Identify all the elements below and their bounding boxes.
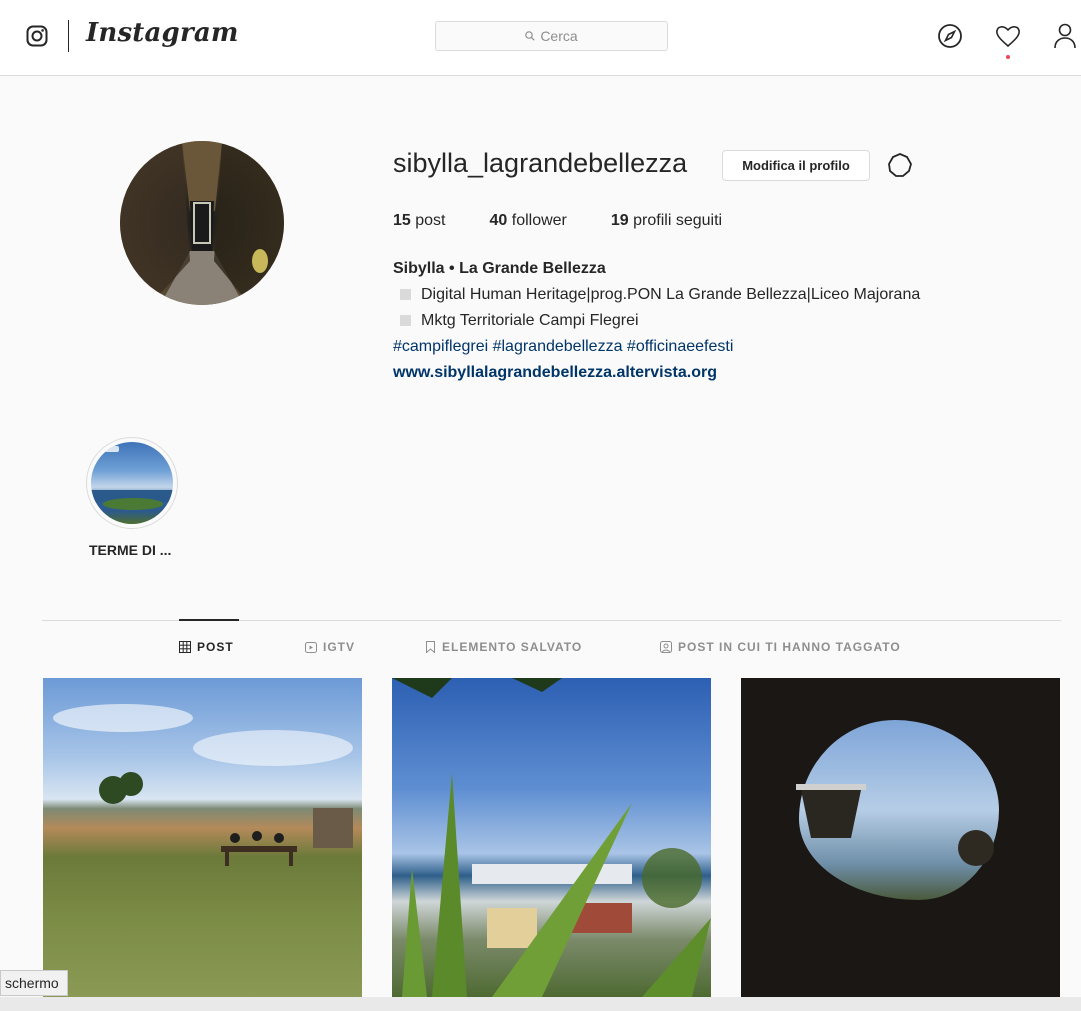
profile-avatar[interactable]: [120, 141, 284, 305]
search-placeholder: Cerca: [540, 28, 578, 44]
igtv-icon: [305, 642, 317, 653]
profile-bio: Sibylla • La Grande Bellezza Digital Hum…: [393, 256, 920, 386]
tab-igtv-label: IGTV: [323, 640, 356, 654]
following-stat[interactable]: 19 profili seguiti: [611, 212, 722, 230]
bio-line-1: Digital Human Heritage|prog.PON La Grand…: [393, 282, 920, 308]
posts-count: 15: [393, 212, 411, 229]
bio-line-2-text: Mktg Territoriale Campi Flegrei: [421, 312, 639, 329]
profile-stats: 15 post 40 follower 19 profili seguiti: [393, 212, 766, 230]
active-tab-indicator: [179, 619, 239, 621]
heart-activity-icon[interactable]: [994, 22, 1022, 50]
following-count: 19: [610, 212, 629, 229]
tab-tagged[interactable]: POST IN CUI TI HANNO TAGGATO: [660, 640, 901, 654]
bookmark-icon: [426, 641, 435, 653]
tab-saved[interactable]: ELEMENTO SALVATO: [425, 640, 582, 654]
settings-gear-icon[interactable]: [886, 151, 914, 179]
tab-igtv[interactable]: IGTV: [305, 640, 355, 654]
square-emoji-icon: [400, 315, 411, 326]
notification-dot: [1006, 55, 1010, 59]
grid-icon: [179, 641, 191, 653]
logo-divider: [68, 20, 69, 52]
cave-overlay: [796, 784, 994, 866]
post-thumbnail[interactable]: [741, 678, 1060, 997]
post-thumbnail[interactable]: [392, 678, 711, 997]
tagged-photo-icon: [660, 641, 672, 653]
posts-label: post: [415, 212, 446, 229]
tab-saved-label: ELEMENTO SALVATO: [442, 640, 583, 654]
followers-label: follower: [511, 212, 567, 229]
square-emoji-icon: [400, 289, 411, 300]
instagram-camera-icon[interactable]: [26, 25, 48, 47]
edit-profile-button[interactable]: Modifica il profilo: [722, 150, 870, 181]
avatar-tunnel-image: [120, 141, 284, 305]
profile-user-icon[interactable]: [1052, 22, 1078, 50]
highlight-sea-image: [91, 446, 173, 510]
followers-stat[interactable]: 40 follower: [490, 212, 567, 230]
instagram-wordmark[interactable]: Instagram: [86, 18, 239, 48]
bio-hashtags[interactable]: #campiflegrei #lagrandebellezza #officin…: [393, 334, 920, 360]
profile-username: sibylla_lagrandebellezza: [393, 148, 688, 178]
search-icon: [525, 31, 535, 41]
compass-explore-icon[interactable]: [936, 22, 964, 50]
post-image-park-bench: [53, 704, 353, 866]
top-nav: Instagram Cerca: [0, 0, 1081, 76]
tab-post-label: POST: [197, 640, 234, 654]
bio-line-1-text: Digital Human Heritage|prog.PON La Grand…: [421, 286, 921, 303]
profile-full-name: Sibylla • La Grande Bellezza: [393, 260, 606, 277]
search-input[interactable]: Cerca: [435, 21, 668, 51]
post-thumbnail[interactable]: [43, 678, 362, 997]
tab-post[interactable]: POST: [179, 640, 234, 654]
tab-tagged-label: POST IN CUI TI HANNO TAGGATO: [678, 640, 901, 654]
posts-stat: 15 post: [393, 212, 446, 230]
bottom-bar: [0, 997, 1081, 1011]
post-image-harbor-agave: [392, 678, 711, 997]
bio-website-link[interactable]: www.sibyllalagrandebellezza.altervista.o…: [393, 360, 920, 386]
highlight-label: TERME DI ...: [89, 542, 172, 558]
following-label: profili seguiti: [633, 212, 723, 229]
tooltip: schermo: [0, 970, 68, 996]
followers-count: 40: [489, 212, 508, 229]
bio-line-2: Mktg Territoriale Campi Flegrei: [393, 308, 920, 334]
story-highlight-cover[interactable]: [91, 442, 173, 524]
